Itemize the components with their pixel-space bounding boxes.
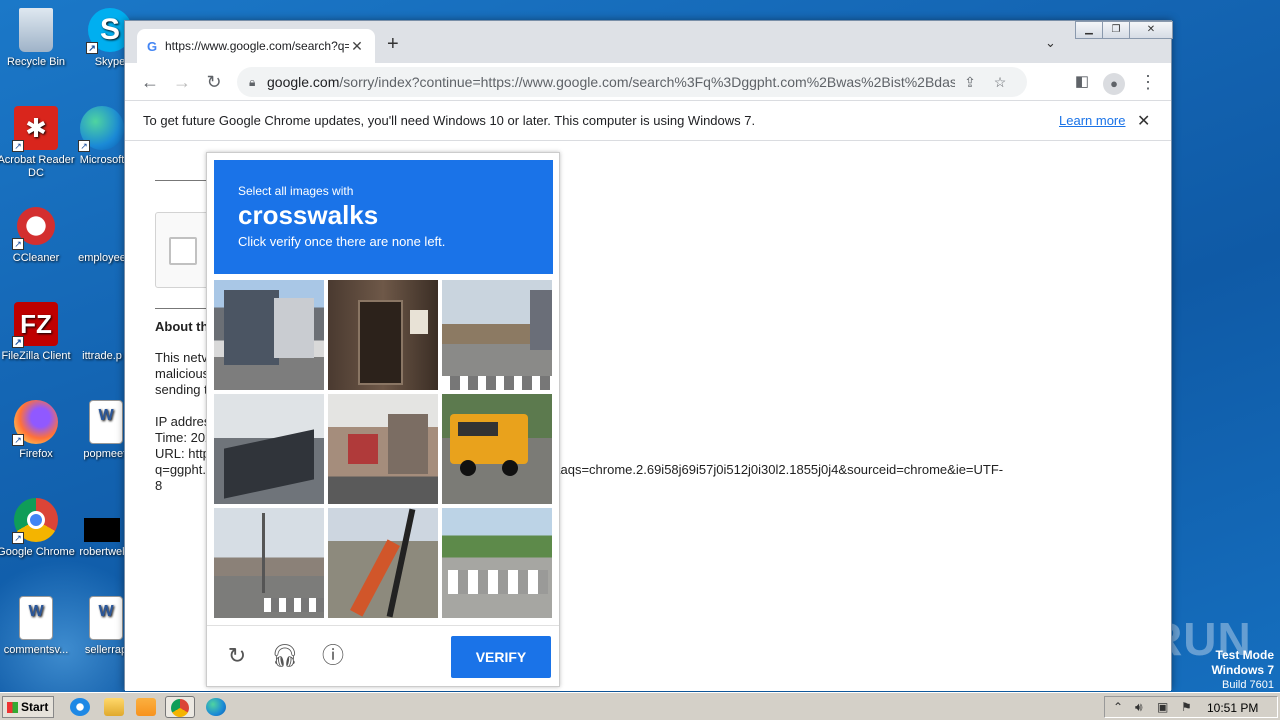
start-button[interactable]: Start — [2, 696, 54, 718]
detail-line: 8 — [155, 478, 163, 493]
captcha-tile-gate-door[interactable] — [328, 280, 438, 390]
info-icon[interactable]: ⓘ — [319, 642, 347, 670]
start-label: Start — [21, 700, 49, 714]
back-arrow-icon[interactable]: ← — [139, 71, 161, 93]
tray-expand-icon[interactable]: ⌃ — [1113, 700, 1123, 714]
window-controls: ▁ ❐ ✕ — [1075, 21, 1173, 39]
detail-line: Time: 202 — [155, 430, 213, 445]
recycle-bin-desktop-icon[interactable]: Recycle Bin — [0, 8, 76, 69]
edge-icon: ↗ — [78, 106, 124, 152]
restore-button[interactable]: ❐ — [1102, 21, 1130, 39]
minimize-button[interactable]: ▁ — [1075, 21, 1103, 39]
share-icon[interactable]: ⇪ — [955, 74, 985, 91]
captcha-tile-intersection-crosswalk[interactable] — [214, 508, 324, 618]
recycle-bin-icon — [19, 8, 53, 52]
address-bar[interactable]: 🔒︎ google.com/sorry/index?continue=https… — [237, 67, 1027, 97]
detail-line: IP addres — [155, 414, 211, 429]
challenge-footer: ↻ 🎧︎ ⓘ VERIFY — [207, 625, 559, 687]
challenge-instruction: Select all images with — [238, 184, 354, 198]
paragraph-line: This netv — [155, 350, 208, 365]
captcha-tile-school-bus[interactable] — [442, 394, 552, 504]
tab-close-icon[interactable]: ✕ — [349, 38, 365, 55]
captcha-tile-street-crosswalk[interactable] — [442, 280, 552, 390]
action-center-flag-icon[interactable]: ⚑ — [1181, 700, 1192, 714]
desktop-icon-label: Firefox — [19, 448, 53, 460]
system-tray: ⌃ 🔊︎ ▣ ⚑ 10:51 PM — [1104, 696, 1278, 718]
windows-flag-icon — [7, 702, 18, 713]
firefox-icon: ↗ — [12, 400, 58, 446]
test-mode-line3: Build 7601 — [1222, 679, 1274, 691]
url-continuation: n+&aqs=chrome.2.69i58j69i57j0i512j0i30l2… — [537, 462, 1004, 477]
tab-search-chevron-icon[interactable]: ⌄ — [1045, 35, 1056, 51]
black-file-icon — [84, 518, 120, 542]
recaptcha-challenge: Select all images with crosswalks Click … — [206, 152, 560, 687]
internet-explorer-icon[interactable] — [70, 698, 90, 716]
document-icon — [80, 204, 124, 248]
captcha-tile-road-crosswalk[interactable] — [442, 508, 552, 618]
bookmark-star-icon[interactable]: ☆ — [985, 74, 1015, 91]
clock[interactable]: 10:51 PM — [1207, 701, 1258, 715]
detail-line: q=ggpht. — [155, 462, 206, 477]
test-mode-notice: Test Mode Windows 7 Build 7601 — [1211, 648, 1274, 692]
address-url: google.com/sorry/index?continue=https://… — [267, 74, 955, 90]
acrobat-icon: ✱ ↗ — [12, 106, 58, 152]
tab-title: https://www.google.com/search?q= — [165, 39, 349, 53]
network-icon[interactable]: ▣ — [1157, 700, 1168, 714]
google-favicon-icon: G — [147, 38, 158, 54]
captcha-tile-house-street[interactable] — [214, 280, 324, 390]
document-icon — [80, 302, 124, 346]
filezilla-icon: FZ ↗ — [12, 302, 58, 348]
challenge-subtext: Click verify once there are none left. — [238, 234, 446, 249]
lock-icon: 🔒︎ — [249, 74, 256, 89]
media-player-icon[interactable] — [136, 698, 156, 716]
about-heading: About th — [155, 319, 209, 334]
paragraph-line: sending t — [155, 382, 208, 397]
menu-kebab-icon[interactable]: ⋮ — [1137, 71, 1159, 93]
ccleaner-icon: ↗ — [12, 204, 58, 250]
edge-icon[interactable] — [206, 698, 226, 716]
volume-icon[interactable]: 🔊︎ — [1135, 700, 1143, 715]
desktop-icon-label: commentsv... — [3, 644, 69, 656]
challenge-keyword: crosswalks — [238, 200, 379, 230]
commentsv-desktop-icon[interactable]: W commentsv... — [0, 596, 76, 657]
forward-arrow-icon[interactable]: → — [171, 71, 193, 93]
detail-line: URL: http — [155, 446, 210, 461]
audio-challenge-headphones-icon[interactable]: 🎧︎ — [271, 642, 299, 670]
file-explorer-icon[interactable] — [104, 698, 124, 716]
word-document-icon: W — [89, 596, 123, 640]
chrome-icon: ↗ — [12, 498, 58, 544]
verify-button[interactable]: VERIFY — [451, 636, 551, 678]
captcha-tile-construction-excavator[interactable] — [328, 508, 438, 618]
profile-avatar-icon[interactable]: ● — [1103, 71, 1125, 95]
taskbar: Start ⌃ 🔊︎ ▣ ⚑ 10:51 PM — [0, 692, 1280, 720]
window-close-button[interactable]: ✕ — [1129, 21, 1173, 39]
reload-challenge-icon[interactable]: ↻ — [223, 642, 251, 670]
reload-icon[interactable]: ↻ — [203, 71, 225, 93]
test-mode-line1: Test Mode — [1215, 648, 1274, 662]
firefox-desktop-icon[interactable]: ↗ Firefox — [0, 400, 76, 461]
word-document-icon: W — [89, 400, 123, 444]
side-panel-icon[interactable]: ◧ — [1071, 71, 1093, 93]
paragraph-line: malicious — [155, 366, 210, 381]
chrome-icon — [171, 699, 189, 717]
test-mode-line2: Windows 7 — [1211, 663, 1274, 677]
desktop-icon-label: Recycle Bin — [6, 56, 66, 68]
address-host: google.com — [267, 74, 340, 90]
update-infobar: To get future Google Chrome updates, you… — [125, 101, 1171, 141]
chrome-taskbar-button[interactable] — [165, 696, 195, 718]
browser-toolbar: ← → ↻ 🔒︎ google.com/sorry/index?continue… — [125, 63, 1171, 101]
recaptcha-checkbox[interactable] — [169, 237, 197, 265]
captcha-tile-city-buildings[interactable] — [328, 394, 438, 504]
address-path: /sorry/index?continue=https://www.google… — [339, 74, 955, 90]
tab-strip: G https://www.google.com/search?q= ✕ + ⌄… — [125, 21, 1173, 63]
infobar-close-icon[interactable]: ✕ — [1137, 111, 1150, 131]
challenge-header: Select all images with crosswalks Click … — [214, 160, 553, 274]
new-tab-button[interactable]: + — [387, 33, 399, 56]
learn-more-link[interactable]: Learn more — [1059, 113, 1125, 128]
tab-google-search[interactable]: G https://www.google.com/search?q= ✕ — [137, 29, 375, 63]
infobar-message: To get future Google Chrome updates, you… — [143, 113, 756, 128]
captcha-tile-damaged-house[interactable] — [214, 394, 324, 504]
word-document-icon: W — [19, 596, 53, 640]
